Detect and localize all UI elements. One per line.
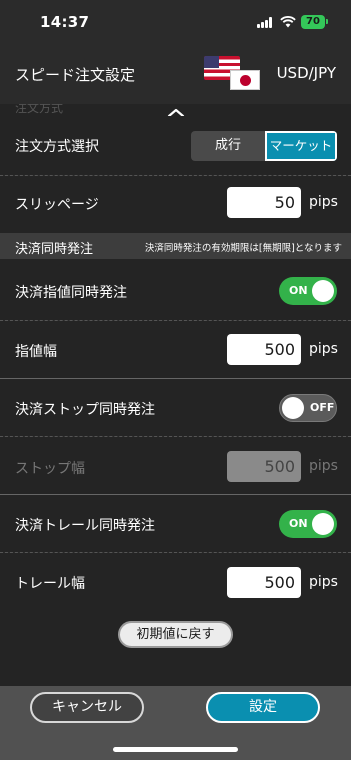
- limit-width-label: 指値幅: [15, 344, 57, 360]
- status-bar: 14:37 70: [0, 0, 351, 44]
- wifi-icon: [280, 16, 296, 28]
- currency-flags: [204, 56, 262, 92]
- limit-order-label: 決済指値同時発注: [15, 285, 127, 301]
- section-header: 決済同時発注 決済同時発注の有効期限は[無期限]となります: [0, 233, 351, 259]
- trail-order-toggle[interactable]: ON: [279, 510, 337, 538]
- stop-width-input: 500: [227, 451, 301, 482]
- limit-width-input[interactable]: 500: [227, 334, 301, 365]
- limit-order-toggle[interactable]: ON: [279, 277, 337, 305]
- trail-width-unit: pips: [309, 574, 338, 590]
- toggle-knob: [312, 280, 334, 302]
- limit-order-toggle-state: ON: [289, 284, 308, 297]
- section-note: 決済同時発注の有効期限は[無期限]となります: [144, 243, 342, 254]
- home-indicator[interactable]: [113, 747, 238, 752]
- toggle-knob: [282, 397, 304, 419]
- stop-width-unit: pips: [309, 458, 338, 474]
- trail-order-toggle-state: ON: [289, 517, 308, 530]
- market-order-option[interactable]: 成行: [191, 131, 265, 161]
- limit-width-unit: pips: [309, 341, 338, 357]
- toggle-knob: [312, 513, 334, 535]
- trail-width-label: トレール幅: [15, 576, 85, 592]
- footer: キャンセル 設定: [0, 686, 351, 760]
- slippage-label: スリッページ: [15, 197, 99, 213]
- confirm-button[interactable]: 設定: [206, 692, 320, 723]
- header: スピード注文設定 USD/JPY: [0, 44, 351, 104]
- slippage-unit: pips: [309, 194, 338, 210]
- trail-width-input[interactable]: 500: [227, 567, 301, 598]
- cancel-button[interactable]: キャンセル: [30, 692, 144, 723]
- stop-order-toggle-state: OFF: [310, 401, 335, 414]
- slippage-input[interactable]: 50: [227, 187, 301, 218]
- trail-order-label: 決済トレール同時発注: [15, 518, 155, 534]
- cellular-signal-icon: [257, 17, 273, 28]
- status-time: 14:37: [40, 13, 90, 31]
- stop-order-label: 決済ストップ同時発注: [15, 402, 155, 418]
- order-method-selector: 成行 マーケット: [191, 131, 337, 161]
- currency-pair: USD/JPY: [276, 64, 336, 82]
- market-option-selected[interactable]: マーケット: [265, 131, 337, 161]
- stop-order-toggle[interactable]: OFF: [279, 394, 337, 422]
- japan-flag-icon: [230, 70, 260, 90]
- battery-icon: 70: [301, 15, 328, 29]
- reset-defaults-button[interactable]: 初期値に戻す: [118, 621, 233, 648]
- stop-width-label: ストップ幅: [15, 461, 85, 477]
- collapsed-section-label: 注文方式: [15, 104, 64, 115]
- order-method-label: 注文方式選択: [15, 139, 99, 155]
- section-title: 決済同時発注: [15, 242, 94, 257]
- page-title: スピード注文設定: [15, 66, 136, 84]
